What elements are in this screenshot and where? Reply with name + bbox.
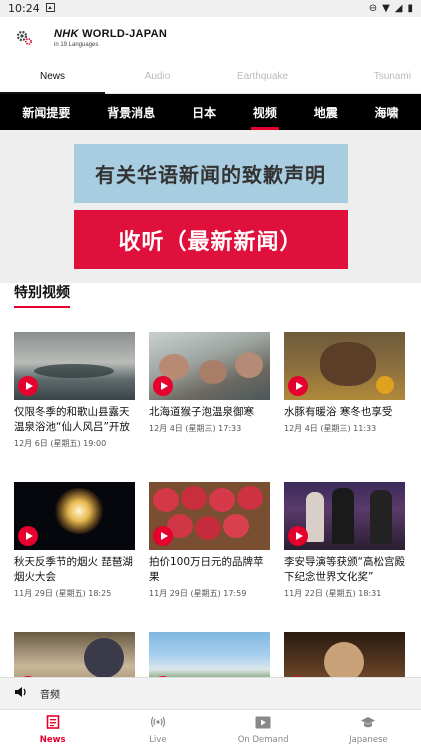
video-thumbnail[interactable]: [14, 482, 135, 550]
app-header: NHK WORLD-JAPAN in 19 Languages: [0, 17, 421, 59]
nav-on-demand[interactable]: On Demand: [211, 710, 316, 750]
video-thumbnail[interactable]: [149, 332, 270, 400]
top-tabs: News Audio Earthquake Tsunami: [0, 59, 421, 94]
audio-label: 音频: [40, 690, 60, 701]
video-date: 12月 4日 (星期三) 17:33: [149, 424, 242, 433]
category-japan[interactable]: 日本: [188, 94, 220, 130]
video-card[interactable]: 拍价100万日元的品牌苹果 11月 29日 (星期五) 17:59: [149, 482, 270, 632]
category-bar: 新闻提要 背景消息 日本 视频 地震 海啸: [0, 94, 421, 130]
dnd-icon: ⊖: [368, 3, 378, 14]
video-title: 拍价100万日元的品牌苹果: [149, 556, 264, 583]
play-icon[interactable]: [288, 526, 308, 546]
tab-news[interactable]: News: [0, 59, 105, 94]
status-time: 10:24: [8, 2, 40, 15]
category-background[interactable]: 背景消息: [103, 94, 159, 130]
play-icon[interactable]: [153, 376, 173, 396]
nhk-world-logo: NHK WORLD-JAPAN in 19 Languages: [54, 27, 168, 48]
play-icon[interactable]: [18, 376, 38, 396]
wifi-icon: ▼: [382, 3, 390, 14]
nav-japanese[interactable]: Japanese: [316, 710, 421, 750]
tab-earthquake[interactable]: Earthquake: [210, 59, 315, 93]
video-title: 北海道猴子泡温泉御寒: [149, 406, 254, 418]
audio-player-bar[interactable]: 音频: [0, 677, 421, 709]
signal-icon: ◢: [394, 3, 403, 14]
video-date: 12月 4日 (星期三) 11:33: [284, 424, 377, 433]
status-bar: 10:24 ⊖ ▼ ◢ ▮: [0, 0, 421, 17]
category-earthquake[interactable]: 地震: [310, 94, 342, 130]
category-tsunami[interactable]: 海啸: [371, 94, 403, 130]
video-card[interactable]: 水豚有暖浴 寒冬也享受 12月 4日 (星期三) 11:33: [284, 332, 405, 482]
bottom-navigation: News Live On Demand Japanese: [0, 709, 421, 750]
video-card[interactable]: 仅限冬季的和歌山县露天温泉浴池“仙人风吕”开放 12月 6日 (星期五) 19:…: [14, 332, 135, 482]
video-date: 12月 6日 (星期五) 19:00: [14, 439, 107, 448]
video-thumbnail[interactable]: [284, 482, 405, 550]
tab-audio[interactable]: Audio: [105, 59, 210, 93]
live-broadcast-icon: [150, 715, 166, 732]
apology-banner[interactable]: 有关华语新闻的致歉声明: [73, 144, 348, 203]
news-icon: [46, 715, 60, 732]
battery-icon: ▮: [407, 3, 413, 14]
play-icon[interactable]: [288, 376, 308, 396]
video-thumbnail[interactable]: [284, 332, 405, 400]
video-title: 水豚有暖浴 寒冬也享受: [284, 406, 393, 418]
settings-gear-icon[interactable]: [14, 28, 34, 48]
video-card[interactable]: 秋天反季节的烟火 琵琶湖烟火大会 11月 29日 (星期五) 18:25: [14, 482, 135, 632]
listen-latest-news-banner[interactable]: 收听（最新新闻）: [73, 210, 348, 269]
video-card[interactable]: 北海道猴子泡温泉御寒 12月 4日 (星期三) 17:33: [149, 332, 270, 482]
video-thumbnail[interactable]: [14, 332, 135, 400]
video-title: 李安导演等获颁“高松宫殿下纪念世界文化奖”: [284, 556, 405, 583]
video-date: 11月 29日 (星期五) 17:59: [149, 589, 247, 598]
speaker-icon[interactable]: [14, 686, 28, 701]
nav-live[interactable]: Live: [105, 710, 210, 750]
video-card[interactable]: 李安导演等获颁“高松宫殿下纪念世界文化奖” 11月 22日 (星期五) 18:3…: [284, 482, 405, 632]
notification-icon: [45, 2, 55, 15]
tab-tsunami[interactable]: Tsunami: [315, 59, 421, 93]
category-video[interactable]: 视频: [249, 94, 281, 130]
banner-area: 有关华语新闻的致歉声明 收听（最新新闻）: [0, 130, 421, 283]
section-title: 特别视频: [14, 282, 70, 308]
graduation-cap-icon: [360, 716, 376, 732]
category-news-summary[interactable]: 新闻提要: [18, 94, 74, 130]
video-title: 秋天反季节的烟火 琵琶湖烟火大会: [14, 556, 133, 583]
play-video-icon: [255, 716, 271, 732]
play-icon[interactable]: [18, 526, 38, 546]
video-title: 仅限冬季的和歌山县露天温泉浴池“仙人风吕”开放: [14, 406, 130, 433]
video-date: 11月 29日 (星期五) 18:25: [14, 589, 112, 598]
play-icon[interactable]: [153, 526, 173, 546]
nav-news[interactable]: News: [0, 710, 105, 750]
video-thumbnail[interactable]: [149, 482, 270, 550]
video-date: 11月 22日 (星期五) 18:31: [284, 589, 382, 598]
